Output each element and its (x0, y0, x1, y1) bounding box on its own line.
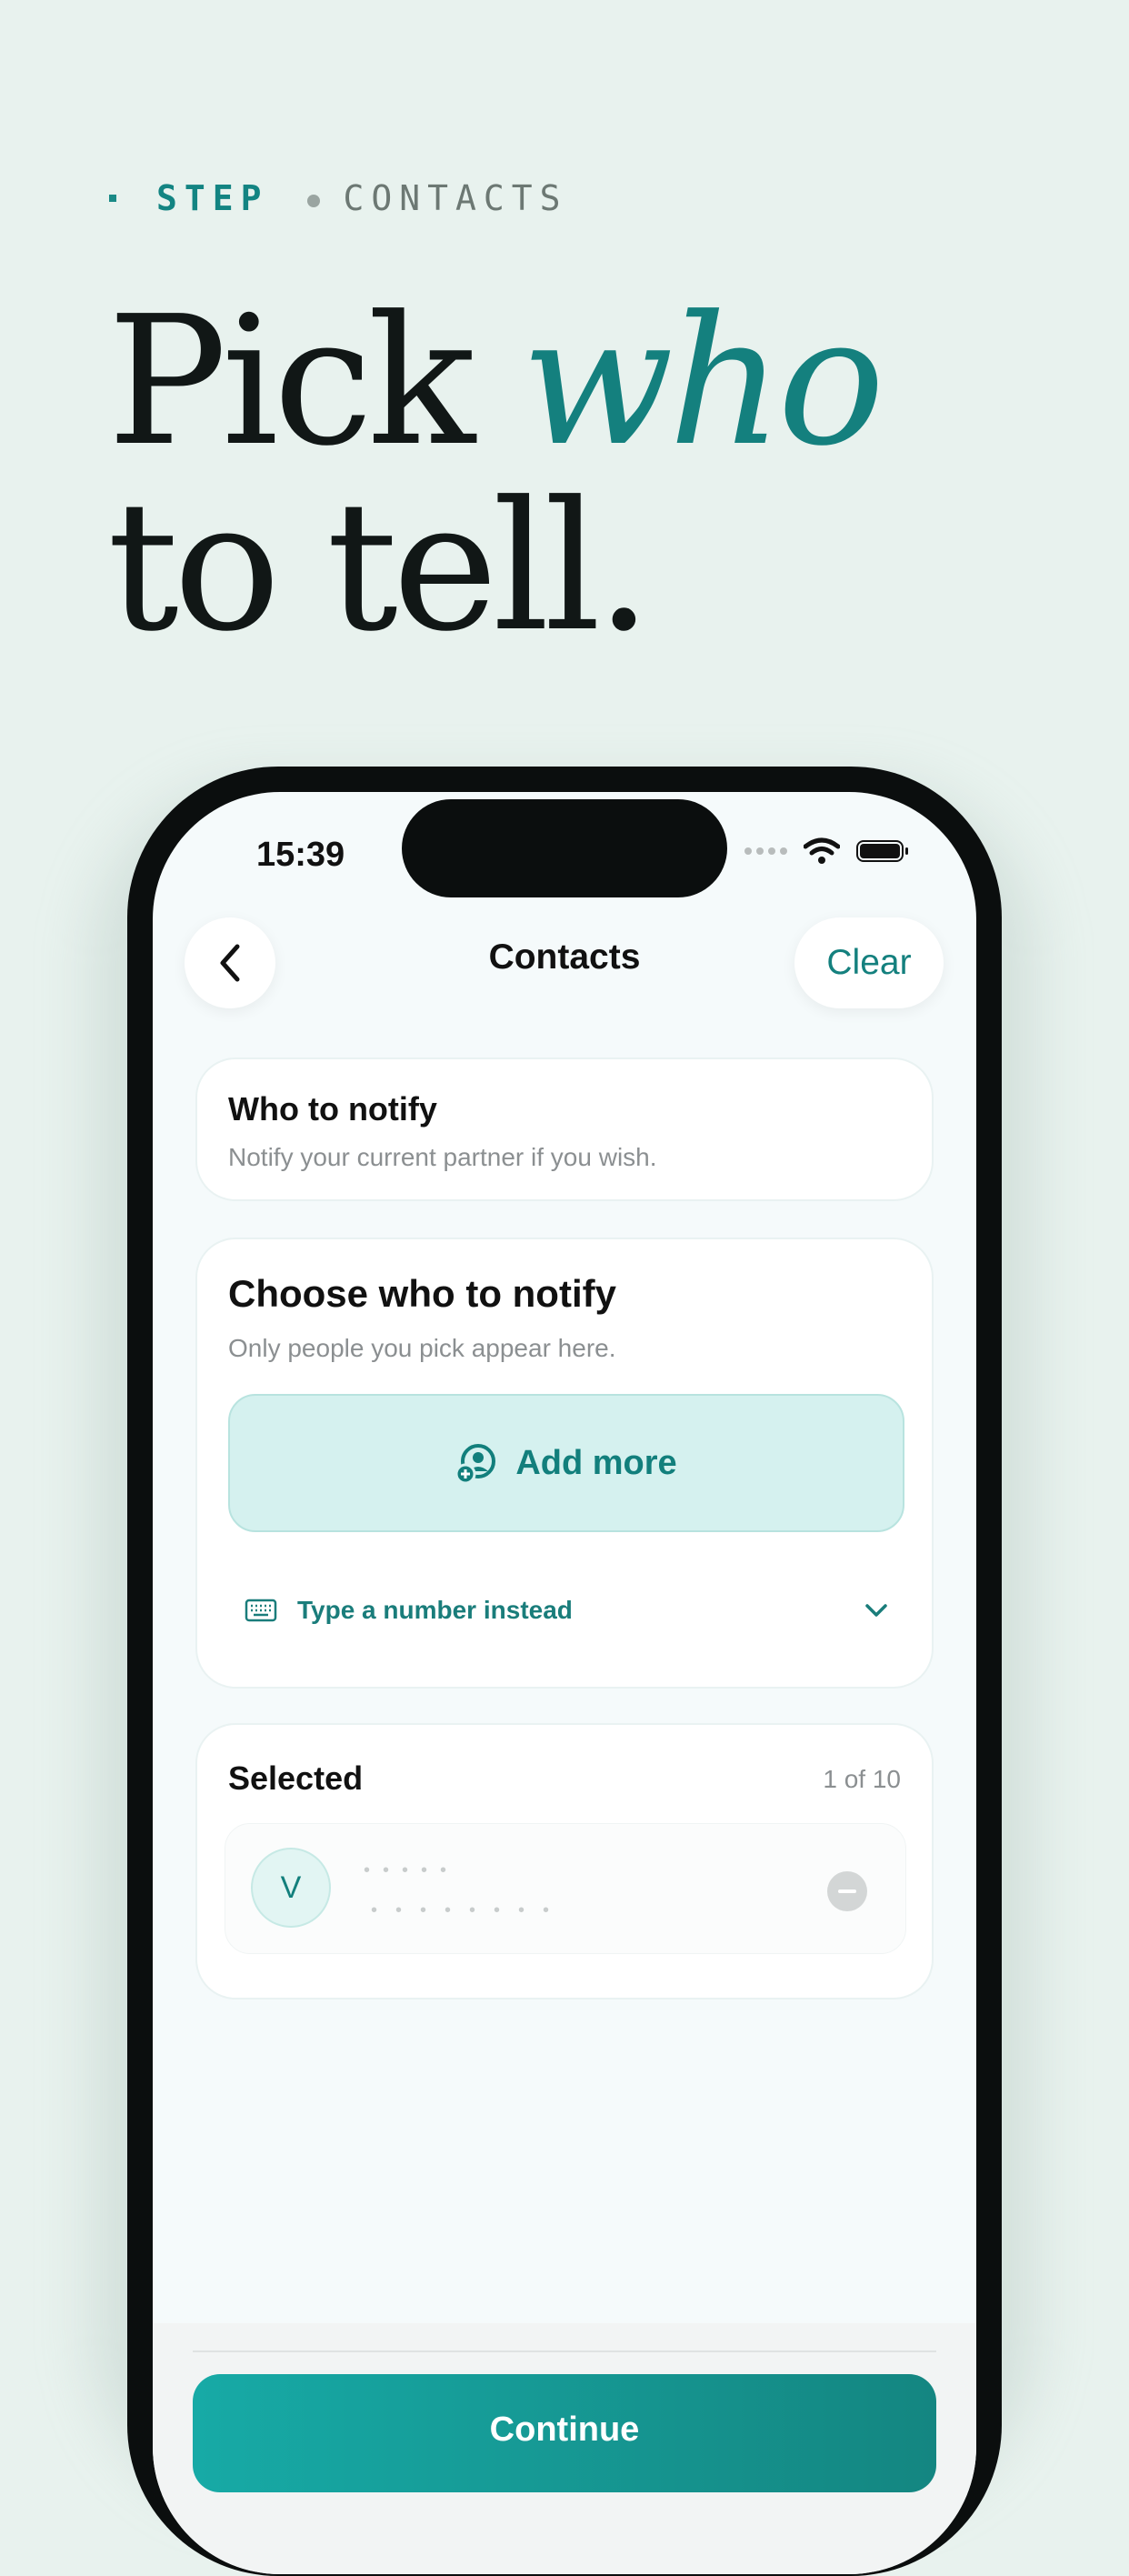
eyebrow-step-label: STEP (156, 178, 269, 218)
who-to-notify-card: Who to notify Notify your current partne… (195, 1057, 934, 1201)
keyboard-icon (245, 1599, 277, 1622)
type-number-label: Type a number instead (297, 1596, 573, 1624)
eyebrow: STEP CONTACTS (109, 178, 568, 218)
clear-button[interactable]: Clear (794, 917, 944, 1008)
contact-phone-masked: •••••••• (371, 1900, 568, 1920)
wifi-icon (804, 837, 840, 864)
battery-icon (856, 840, 908, 862)
headline-part1: Pick (107, 278, 522, 486)
contact-name-masked: ••••• (364, 1860, 460, 1880)
selected-count: 1 of 10 (823, 1765, 901, 1793)
headline-part2: to tell. (107, 464, 652, 671)
eyebrow-separator-dot (306, 195, 320, 207)
eyebrow-section-label: CONTACTS (343, 178, 568, 218)
choose-who-card: Choose who to notify Only people you pic… (195, 1238, 934, 1689)
signal-icon (744, 847, 787, 855)
eyebrow-square-dot (109, 195, 116, 202)
minus-icon (838, 1889, 856, 1893)
selected-card: Selected 1 of 10 V ••••• •••••••• (195, 1723, 934, 2000)
phone-screen: 15:39 Contacts Clear Who to notify Notif… (153, 792, 976, 2574)
card-title: Who to notify (228, 1090, 437, 1128)
contact-row: V ••••• •••••••• (225, 1823, 906, 1954)
add-more-label: Add more (515, 1443, 677, 1482)
card-title: Selected (228, 1759, 364, 1797)
card-subtitle: Notify your current partner if you wish. (228, 1143, 657, 1171)
card-title: Choose who to notify (228, 1272, 616, 1315)
add-contact-icon (455, 1444, 496, 1484)
divider (193, 2350, 936, 2352)
remove-contact-button[interactable] (827, 1871, 867, 1911)
headline: Pick who to tell. (107, 289, 884, 660)
dynamic-island (402, 799, 727, 897)
avatar: V (251, 1848, 331, 1928)
add-more-button[interactable]: Add more (228, 1394, 904, 1532)
continue-button[interactable]: Continue (193, 2374, 936, 2492)
chevron-down-icon (865, 1604, 887, 1617)
card-subtitle: Only people you pick appear here. (228, 1334, 616, 1362)
type-number-toggle[interactable]: Type a number instead (245, 1583, 888, 1638)
headline-accent: who (521, 278, 884, 486)
status-time: 15:39 (256, 836, 345, 874)
status-indicators (744, 837, 908, 865)
